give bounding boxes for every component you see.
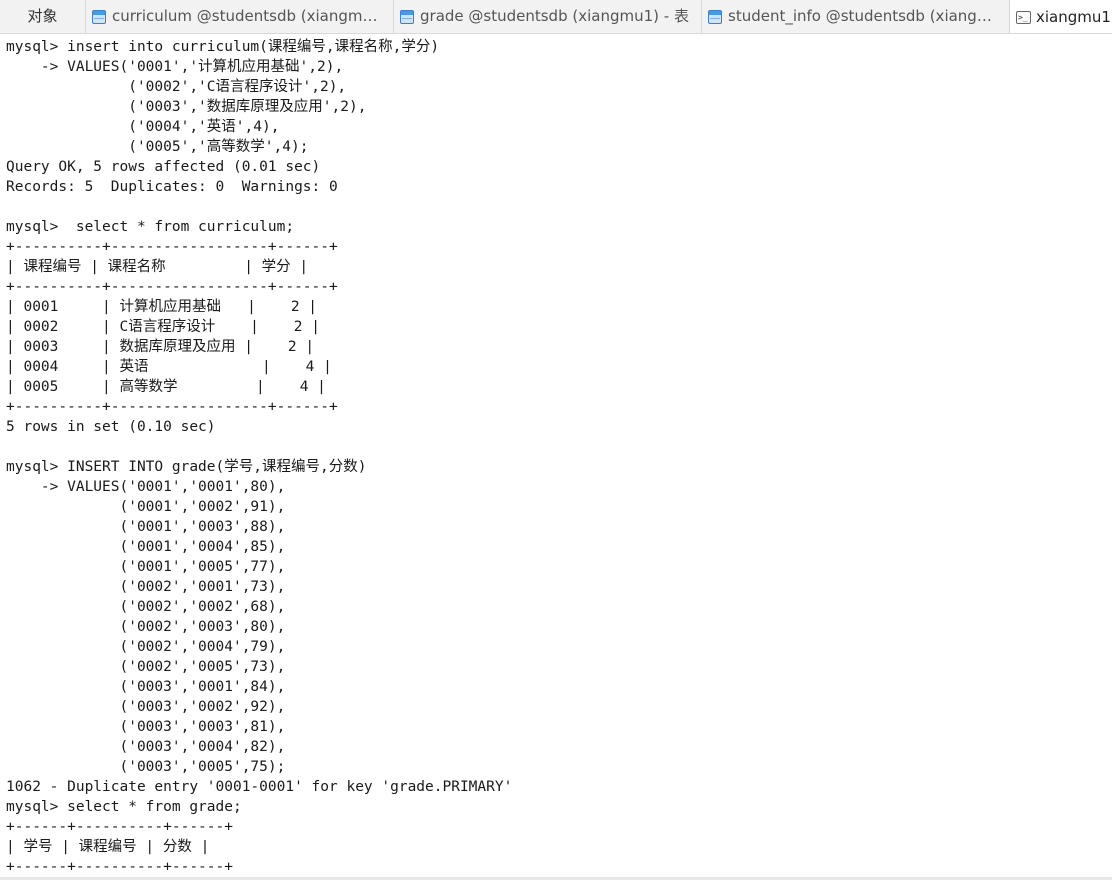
console-line: | 0004 | 英语 | 4 | xyxy=(6,359,332,375)
console-line: Query OK, 5 rows affected (0.01 sec) xyxy=(6,159,321,175)
console-line: +----------+------------------+------+ xyxy=(6,239,338,255)
console-line: -> VALUES('0001','计算机应用基础',2), xyxy=(6,59,344,75)
console-line: ('0003','0001',84), xyxy=(6,679,286,695)
tab-grade[interactable]: grade @studentsdb (xiangmu1) - 表 xyxy=(394,0,702,33)
tab-objects[interactable]: 对象 xyxy=(0,0,86,33)
console-line: ('0003','数据库原理及应用',2), xyxy=(6,99,367,115)
console-line: ('0002','0005',73), xyxy=(6,659,286,675)
console-line: +------+----------+------+ xyxy=(6,819,233,835)
console-line: | 0002 | C语言程序设计 | 2 | xyxy=(6,319,320,335)
table-icon xyxy=(708,9,722,24)
console-line: ('0005','高等数学',4); xyxy=(6,139,309,155)
console-output: mysql> insert into curriculum(课程编号,课程名称,… xyxy=(0,34,1112,877)
tab-objects-label: 对象 xyxy=(27,7,58,25)
console-line: +------+----------+------+ xyxy=(6,859,233,875)
console-line: ('0002','0004',79), xyxy=(6,639,286,655)
console-line: ('0003','0003',81), xyxy=(6,719,286,735)
console-line: 5 rows in set (0.10 sec) xyxy=(6,419,216,435)
tab-student-info-label: student_info @studentsdb (xiangmu... xyxy=(728,7,1003,25)
tab-student-info[interactable]: student_info @studentsdb (xiangmu... xyxy=(702,0,1010,33)
tab-curriculum-label: curriculum @studentsdb (xiangmu1)... xyxy=(112,7,387,25)
tab-bar: 对象 curriculum @studentsdb (xiangmu1)... … xyxy=(0,0,1112,34)
table-icon xyxy=(92,9,106,24)
console-line: ('0004','英语',4), xyxy=(6,119,280,135)
console-output-area[interactable]: mysql> insert into curriculum(课程编号,课程名称,… xyxy=(0,34,1112,880)
console-line: Records: 5 Duplicates: 0 Warnings: 0 xyxy=(6,179,338,195)
console-line: ('0001','0002',91), xyxy=(6,499,286,515)
console-line: ('0003','0005',75); xyxy=(6,759,286,775)
console-line: ('0003','0002',92), xyxy=(6,699,286,715)
console-line: -> VALUES('0001','0001',80), xyxy=(6,479,286,495)
tab-curriculum[interactable]: curriculum @studentsdb (xiangmu1)... xyxy=(86,0,394,33)
console-line: | 0003 | 数据库原理及应用 | 2 | xyxy=(6,339,315,355)
tab-console-label: xiangmu1 - xyxy=(1036,7,1112,26)
console-icon: >_ xyxy=(1016,10,1031,24)
console-line: ('0001','0004',85), xyxy=(6,539,286,555)
console-line: ('0002','0003',80), xyxy=(6,619,286,635)
tab-grade-label: grade @studentsdb (xiangmu1) - 表 xyxy=(420,7,689,25)
console-line: +----------+------------------+------+ xyxy=(6,279,338,295)
console-line: +----------+------------------+------+ xyxy=(6,399,338,415)
console-line: ('0003','0004',82), xyxy=(6,739,286,755)
console-line: ('0002','0001',73), xyxy=(6,579,286,595)
console-line: | 学号 | 课程编号 | 分数 | xyxy=(6,839,210,855)
console-line: | 0001 | 计算机应用基础 | 2 | xyxy=(6,299,318,315)
console-line: ('0002','0002',68), xyxy=(6,599,286,615)
console-line: mysql> select * from grade; xyxy=(6,799,242,815)
console-line: ('0001','0005',77), xyxy=(6,559,286,575)
console-line: mysql> INSERT INTO grade(学号,课程编号,分数) xyxy=(6,459,367,475)
console-line: ('0002','C语言程序设计',2), xyxy=(6,79,347,95)
table-icon xyxy=(400,9,414,24)
console-line: mysql> insert into curriculum(课程编号,课程名称,… xyxy=(6,39,440,55)
console-line: | 0005 | 高等数学 | 4 | xyxy=(6,379,326,395)
console-line: 1062 - Duplicate entry '0001-0001' for k… xyxy=(6,779,513,795)
console-line: | 课程编号 | 课程名称 | 学分 | xyxy=(6,259,309,275)
console-line: ('0001','0003',88), xyxy=(6,519,286,535)
tab-console[interactable]: >_ xiangmu1 - xyxy=(1010,0,1112,33)
console-line: mysql> select * from curriculum; xyxy=(6,219,295,235)
